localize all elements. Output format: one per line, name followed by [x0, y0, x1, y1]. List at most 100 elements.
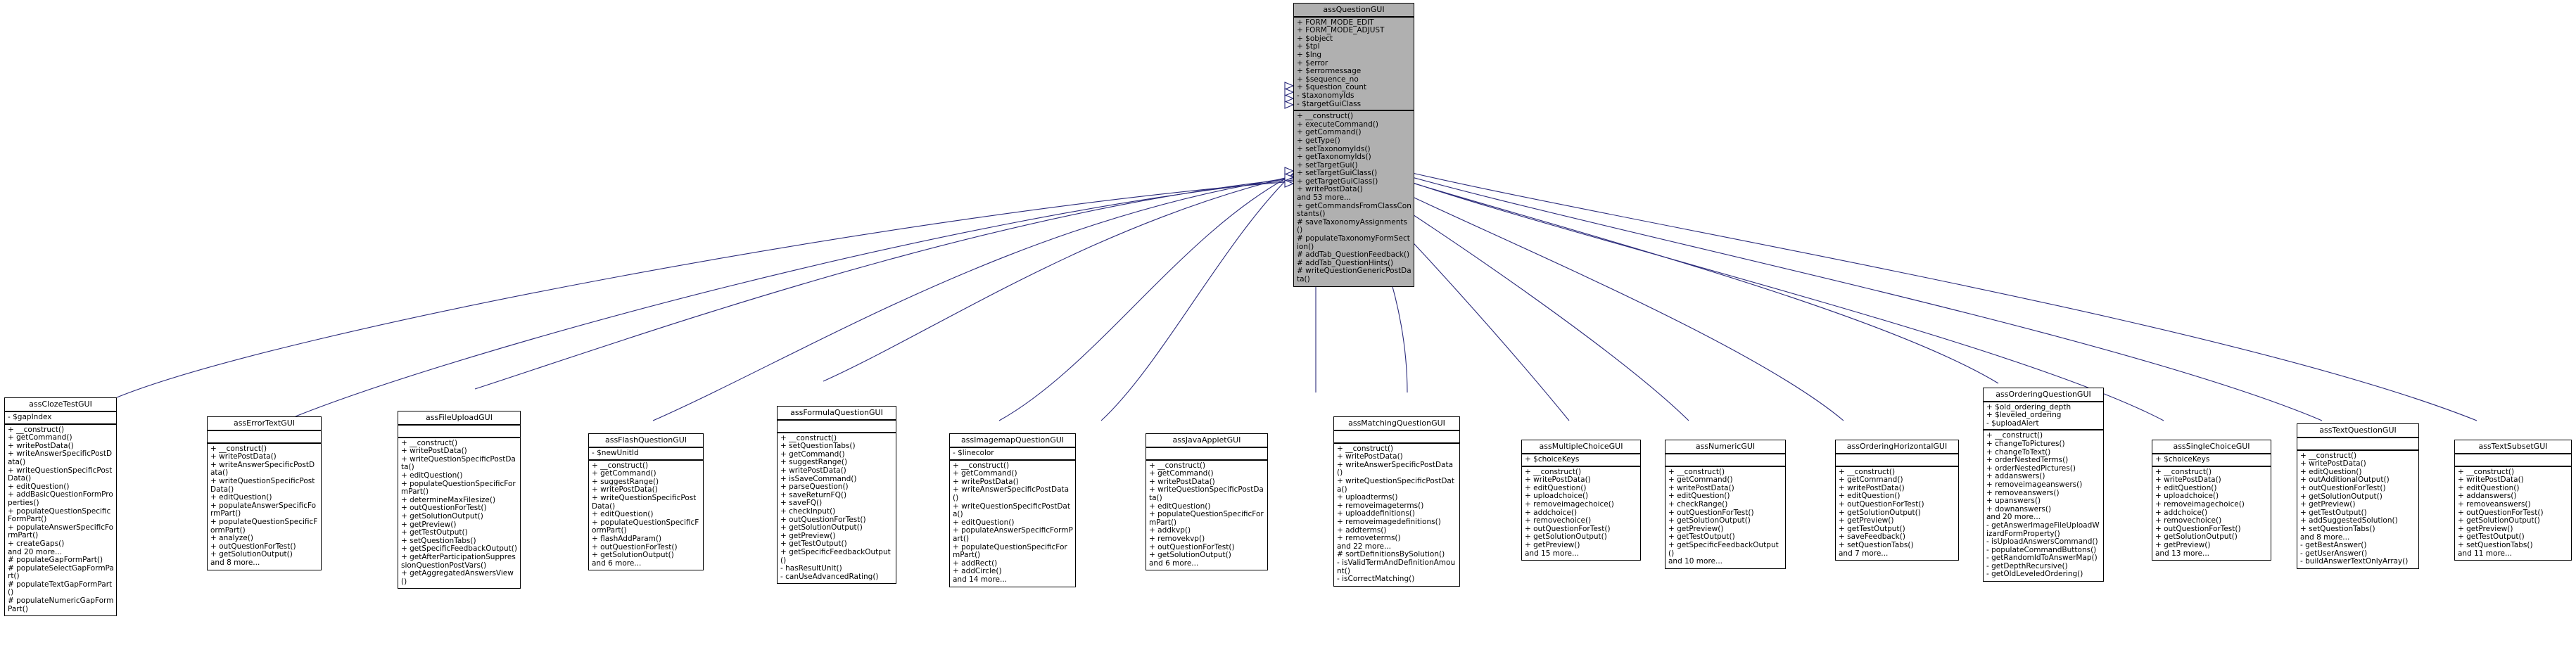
- uml-operation-row: + writeQuestionSpecificPostData(): [401, 454, 516, 472]
- uml-attribute-list: - $linecolor: [950, 448, 1075, 461]
- uml-operation-row: + writeQuestionSpecificPostData(): [210, 476, 315, 494]
- uml-class-title: assImagemapQuestionGUI: [950, 434, 1075, 448]
- uml-class-title: assMultipleChoiceGUI: [1522, 440, 1640, 454]
- uml-operation-list: + __construct() + getCommand() + writePost…: [1146, 461, 1267, 570]
- uml-operation-row: + populateQuestionSpecificFormPart(): [8, 506, 111, 524]
- uml-class-assFormulaQuestionGUI[interactable]: assFormulaQuestionGUI + __construct() + s…: [777, 406, 896, 585]
- uml-operation-row: + getSolutionOutput(): [2458, 516, 2540, 525]
- uml-class-assFileUploadGUI[interactable]: assFileUploadGUI + __construct() + writeP…: [398, 411, 521, 589]
- uml-operation-row: + removeanswers(): [2458, 499, 2531, 509]
- uml-operation-row: and 10 more...: [1668, 557, 1723, 566]
- uml-operation-row: - buildAnswerTextOnlyArray(): [2300, 557, 2409, 566]
- uml-attribute-list: + $choiceKeys: [1522, 454, 1640, 467]
- uml-class-assErrorTextGUI[interactable]: assErrorTextGUI + __construct() + writePo…: [207, 416, 322, 570]
- uml-attribute-list: [2297, 438, 2418, 451]
- uml-operation-row: + uploadterms(): [1337, 493, 1398, 502]
- uml-operation-row: # populateGapFormPart(): [8, 556, 103, 565]
- uml-class-assQuestionGUI[interactable]: assQuestionGUI + FORM_MODE_EDIT + FORM_MO…: [1293, 3, 1414, 287]
- uml-operation-row: + populateQuestionSpecificFormPart(): [401, 479, 516, 497]
- uml-operation-row: + outQuestionForTest(): [1839, 499, 1924, 509]
- uml-operation-row: # populateTextGapFormPart(): [8, 580, 113, 597]
- uml-attribute-list: [1665, 454, 1785, 467]
- uml-class-assTextSubsetGUI[interactable]: assTextSubsetGUI + __construct() + writeP…: [2454, 440, 2572, 561]
- uml-operation-row: + getSolutionOutput(): [780, 523, 863, 532]
- uml-operation-row: - getOldLeveledOrdering(): [1986, 570, 2083, 579]
- uml-operation-row: - hasResultUnit(): [780, 564, 842, 573]
- uml-attribute-row: + $errormessage: [1297, 67, 1362, 76]
- uml-operation-row: + editQuestion(): [401, 471, 463, 480]
- uml-attribute-row: - $newUnitId: [592, 448, 639, 457]
- uml-diagram-canvas: assQuestionGUI + FORM_MODE_EDIT + FORM_MO…: [0, 0, 2576, 664]
- uml-class-assOrderingHorizontalGUI[interactable]: assOrderingHorizontalGUI + __construct()…: [1835, 440, 1959, 561]
- uml-attribute-list: - $newUnitId: [589, 448, 703, 461]
- uml-operation-list: + __construct() + writePostData() + writeQ…: [398, 438, 520, 589]
- uml-operation-row: + getPreview(): [1525, 540, 1580, 549]
- uml-operation-row: + writeQuestionSpecificPostData(): [1337, 476, 1454, 494]
- uml-operation-row: + getAfterParticipationSuppressionQuesti…: [401, 552, 516, 570]
- uml-operation-row: - isUploadAnswersCommand(): [1986, 537, 2098, 547]
- uml-class-assMatchingQuestionGUI[interactable]: assMatchingQuestionGUI + __construct() + …: [1333, 416, 1460, 587]
- uml-operation-row: + populateAnswerSpecificFormPart(): [210, 501, 317, 518]
- uml-operation-row: + getPreview(): [1839, 516, 1894, 525]
- uml-operation-row: + writeAnswerSpecificPostData(): [8, 449, 113, 466]
- uml-class-assSingleChoiceGUI[interactable]: assSingleChoiceGUI + $choiceKeys + __con…: [2152, 440, 2271, 561]
- uml-attribute-row: - $uploadAlert: [1986, 419, 2039, 428]
- uml-class-assImagemapQuestionGUI[interactable]: assImagemapQuestionGUI - $linecolor + __…: [949, 433, 1076, 587]
- uml-operation-list: + __construct() + setQuestionTabs() + getC…: [778, 433, 896, 584]
- uml-class-assTextQuestionGUI[interactable]: assTextQuestionGUI + __construct() + writ…: [2297, 423, 2419, 569]
- uml-operation-row: + __construct(): [1297, 112, 1354, 121]
- uml-operation-row: + writeQuestionSpecificPostData(): [592, 493, 697, 511]
- uml-operation-row: + createGaps(): [8, 539, 65, 548]
- uml-operation-row: + getSolutionOutput(): [1668, 516, 1751, 525]
- uml-operation-row: + removeimagechoice(): [1525, 499, 1614, 509]
- uml-attribute-list: [2455, 454, 2571, 467]
- uml-attribute-list: [1334, 431, 1459, 444]
- uml-operation-row: and 11 more...: [2458, 549, 2513, 558]
- uml-operation-row: - isValidTermAndDefinitionAmount(): [1337, 558, 1456, 575]
- uml-operation-row: and 14 more...: [953, 575, 1008, 584]
- uml-attribute-list: [1836, 454, 1958, 467]
- uml-operation-row: and 6 more...: [1149, 558, 1199, 568]
- uml-operation-row: and 13 more...: [2155, 549, 2210, 558]
- uml-class-title: assTextSubsetGUI: [2455, 440, 2571, 454]
- uml-operation-row: + removechoice(): [1525, 516, 1592, 525]
- uml-operation-list: + __construct() + getCommand() + suggestRa…: [589, 461, 703, 570]
- uml-operation-row: + getAggregatedAnswersView(): [401, 569, 514, 586]
- uml-class-title: assMatchingQuestionGUI: [1334, 417, 1459, 431]
- uml-operation-row: and 53 more...: [1297, 193, 1352, 203]
- uml-operation-row: + flashAddParam(): [592, 534, 662, 543]
- uml-class-assOrderingQuestionGUI[interactable]: assOrderingQuestionGUI + $old_ordering_d…: [1983, 388, 2104, 582]
- uml-operation-list: + __construct() + executeCommand() + getCo…: [1294, 111, 1414, 286]
- uml-operation-row: and 8 more...: [210, 558, 260, 567]
- uml-attribute-list: + $choiceKeys: [2152, 454, 2271, 467]
- uml-operation-row: + changeToPictures(): [1986, 439, 2065, 448]
- uml-class-assFlashQuestionGUI[interactable]: assFlashQuestionGUI - $newUnitId + __con…: [588, 433, 704, 571]
- uml-class-title: assJavaAppletGUI: [1146, 434, 1267, 448]
- uml-operation-row: + populateQuestionSpecificFormPart(): [1149, 510, 1264, 527]
- uml-operation-row: + writePostData(): [780, 466, 846, 475]
- uml-operation-row: - getAnswerImageFileUploadWizardFormProp…: [1986, 521, 2100, 538]
- uml-operation-row: + removeimageanswers(): [1986, 480, 2083, 489]
- uml-operation-row: - isCorrectMatching(): [1337, 575, 1415, 584]
- uml-class-title: assTextQuestionGUI: [2297, 424, 2418, 438]
- uml-operation-row: + getSolutionOutput(): [1149, 551, 1231, 560]
- uml-operation-row: + getPreview(): [2155, 540, 2211, 549]
- uml-operation-row: + writeQuestionSpecificPostData(): [953, 502, 1070, 519]
- uml-operation-row: # populateNumericGapFormPart(): [8, 596, 114, 613]
- uml-operation-list: + __construct() + writePostData() + editQu…: [1522, 467, 1640, 561]
- uml-class-title: assErrorTextGUI: [208, 417, 321, 431]
- uml-class-assJavaAppletGUI[interactable]: assJavaAppletGUI + __construct() + getCom…: [1146, 433, 1268, 571]
- uml-operation-row: + populateQuestionSpecificFormPart(): [592, 518, 699, 535]
- uml-class-title: assFormulaQuestionGUI: [778, 407, 896, 421]
- uml-class-assMultipleChoiceGUI[interactable]: assMultipleChoiceGUI + $choiceKeys + __c…: [1521, 440, 1641, 561]
- uml-operation-row: and 6 more...: [592, 558, 642, 568]
- uml-class-assNumericGUI[interactable]: assNumericGUI + __construct() + getComman…: [1665, 440, 1786, 569]
- uml-attribute-row: - $linecolor: [953, 448, 994, 457]
- uml-operation-row: + removekvp(): [1149, 534, 1205, 543]
- uml-operation-row: + getSolutionOutput(): [401, 511, 483, 521]
- uml-operation-row: + addBasicQuestionFormProperties(): [8, 490, 113, 507]
- uml-class-assClozeTestGUI[interactable]: assClozeTestGUI - $gapIndex + __construc…: [4, 397, 117, 617]
- uml-attribute-list: + $old_ordering_depth + $leveled_ordering…: [1984, 402, 2103, 431]
- uml-attribute-row: - $targetGuiClass: [1297, 99, 1362, 108]
- uml-operation-row: and 15 more...: [1525, 549, 1580, 558]
